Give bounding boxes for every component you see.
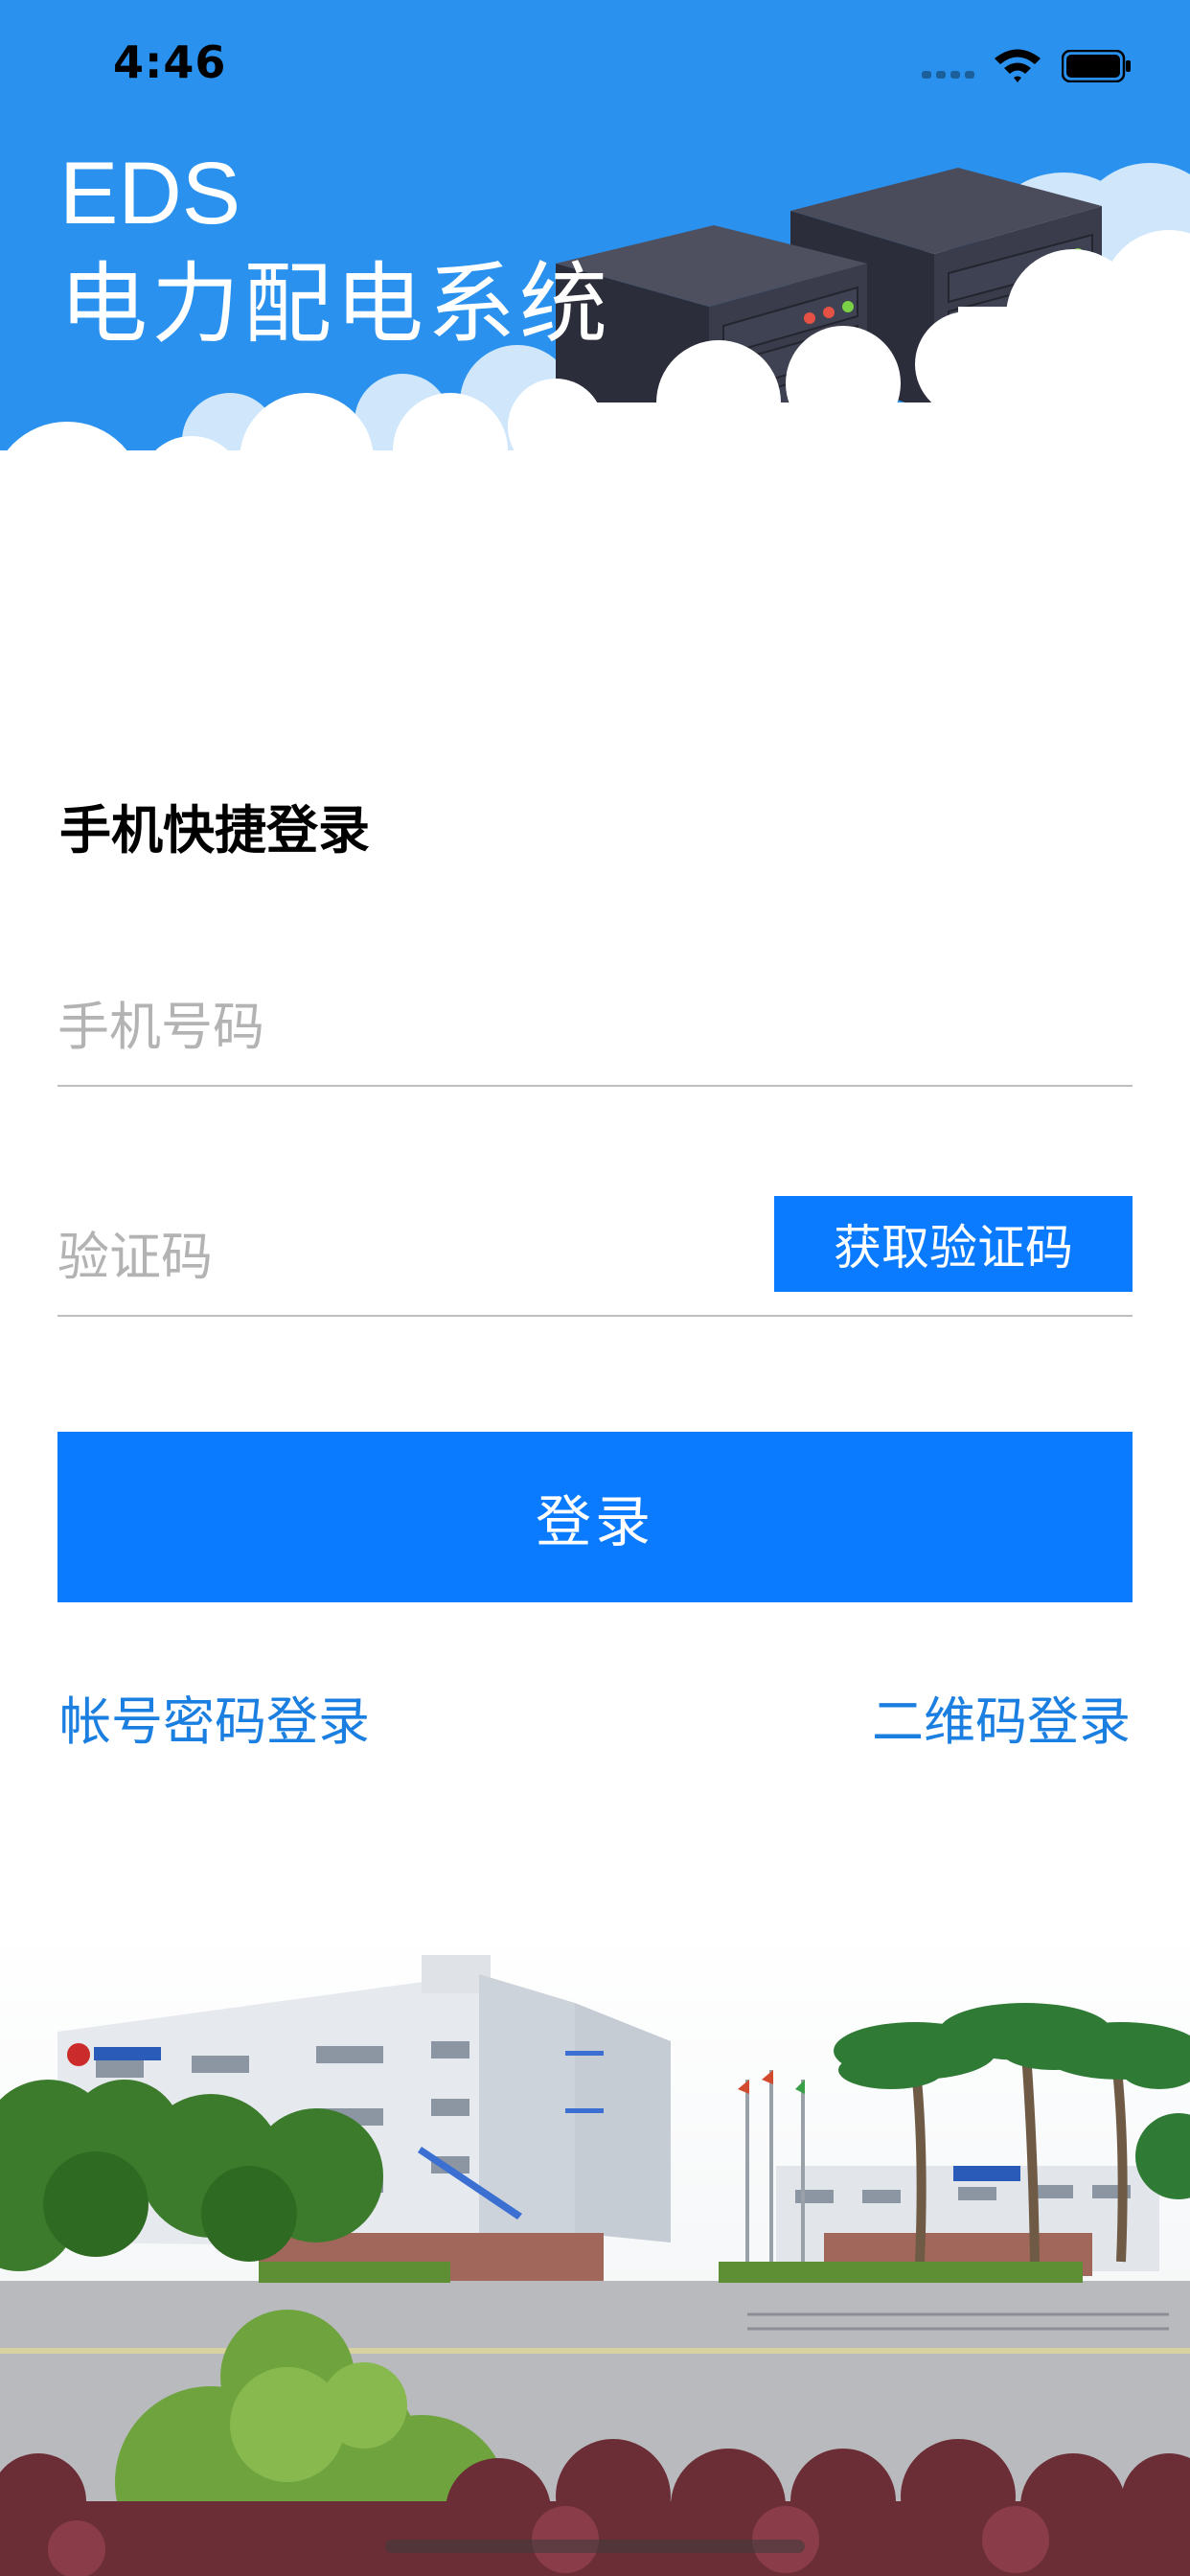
login-button[interactable]: 登录	[57, 1432, 1133, 1602]
app-title-eds: EDS	[59, 145, 241, 242]
app-title-system: 电力配电系统	[59, 253, 612, 356]
qr-code-login-link[interactable]: 二维码登录	[872, 1679, 1131, 1755]
account-password-login-link[interactable]: 帐号密码登录	[59, 1679, 370, 1755]
cellular-signal-icon	[922, 71, 975, 79]
battery-icon	[1062, 50, 1131, 82]
campus-photo	[0, 1926, 1190, 2576]
get-code-button[interactable]: 获取验证码	[774, 1196, 1133, 1292]
phone-input[interactable]	[57, 997, 1133, 1057]
wifi-icon	[995, 49, 1041, 82]
verification-code-input[interactable]	[57, 1227, 728, 1287]
home-indicator[interactable]	[385, 2540, 805, 2553]
status-time: 4:46	[113, 36, 227, 88]
campus-illustration	[0, 1926, 1190, 2576]
header-banner: 4:46 EDS 电力配电系统	[0, 0, 1190, 537]
login-screen: 4:46 EDS 电力配电系统 手机快捷登录 获取验证码 登录 帐号	[0, 0, 1190, 2576]
phone-field	[57, 997, 1133, 1087]
form-title: 手机快捷登录	[59, 800, 370, 861]
status-icons	[922, 42, 1133, 84]
